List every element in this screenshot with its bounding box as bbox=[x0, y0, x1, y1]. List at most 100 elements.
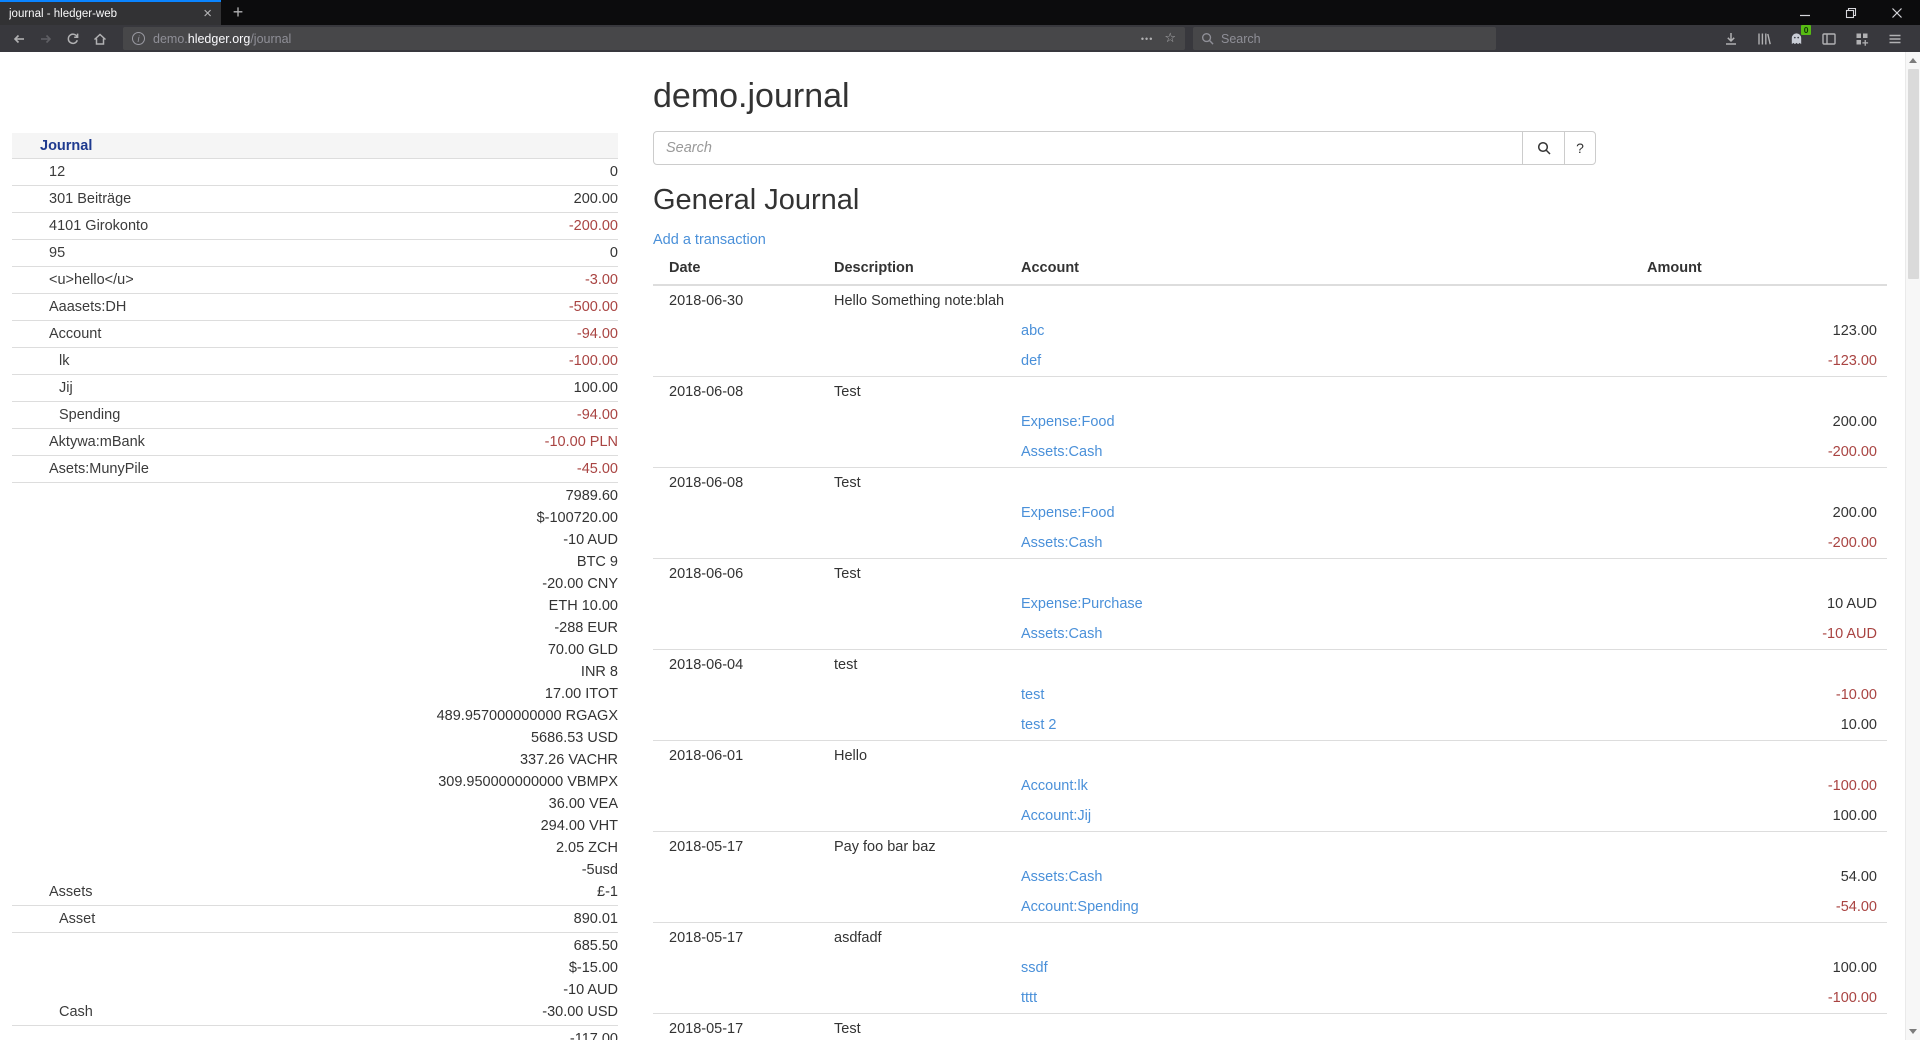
balance-amount: -30.00 USD bbox=[542, 1001, 618, 1023]
browser-tab[interactable]: journal - hledger-web × bbox=[0, 0, 221, 25]
posting-row: def-123.00 bbox=[653, 346, 1887, 377]
scrollbar-thumb[interactable] bbox=[1908, 69, 1919, 279]
site-info-icon[interactable]: i bbox=[132, 32, 145, 45]
ghostery-extension-icon[interactable]: 0 bbox=[1789, 31, 1804, 46]
sidebar-account-row: 950 bbox=[12, 240, 618, 267]
posting-account-link[interactable]: ssdf bbox=[1021, 960, 1048, 976]
downloads-icon[interactable] bbox=[1723, 31, 1739, 47]
balance-amount: 36.00 VEA bbox=[549, 793, 618, 815]
forward-button[interactable] bbox=[32, 27, 59, 51]
sidebar-account-link[interactable]: 95 bbox=[12, 242, 610, 264]
sidebar-account-link[interactable]: Aktywa:mBank bbox=[12, 431, 545, 453]
sidebar-account-link[interactable]: Jij bbox=[12, 377, 574, 399]
posting-row: Account:lk-100.00 bbox=[653, 771, 1887, 801]
window-minimize-button[interactable] bbox=[1782, 0, 1828, 25]
sidebar-account-row: <u>hello</u>-3.00 bbox=[12, 267, 618, 294]
transaction-row: 2018-06-06Test bbox=[653, 559, 1887, 590]
search-input[interactable] bbox=[653, 131, 1523, 165]
posting-amount: -200.00 bbox=[1647, 437, 1887, 468]
transaction-date: 2018-05-17 bbox=[653, 1014, 834, 1040]
search-button[interactable] bbox=[1522, 131, 1565, 165]
transaction-description: Pay foo bar baz bbox=[834, 832, 1021, 863]
sidebar-account-balance: 100.00 bbox=[574, 377, 618, 399]
sidebar-account-link[interactable]: Spending bbox=[12, 404, 577, 426]
posting-amount: -200.00 bbox=[1647, 528, 1887, 559]
search-help-button[interactable]: ? bbox=[1564, 131, 1596, 165]
balance-amount: 337.26 VACHR bbox=[520, 749, 618, 771]
page-scrollbar[interactable] bbox=[1905, 52, 1920, 1040]
sidebar-account-row: Aktywa:mBank-10.00 PLN bbox=[12, 429, 618, 456]
posting-account-link[interactable]: Assets:Cash bbox=[1021, 626, 1102, 642]
posting-row: Assets:Cash-10 AUD bbox=[653, 619, 1887, 650]
search-icon bbox=[1537, 141, 1551, 155]
posting-account-link[interactable]: Assets:Cash bbox=[1021, 535, 1102, 551]
tab-close-icon[interactable]: × bbox=[203, 6, 212, 21]
sidebar-account-link[interactable]: lk bbox=[12, 350, 569, 372]
apps-grid-icon[interactable] bbox=[1854, 31, 1870, 47]
sidebar-account-row: Assets7989.60$-100720.00-10 AUDBTC 9-20.… bbox=[12, 483, 618, 906]
sidebar-journal-link[interactable]: Journal bbox=[40, 138, 92, 154]
posting-amount: 200.00 bbox=[1647, 407, 1887, 437]
window-restore-button[interactable] bbox=[1828, 0, 1874, 25]
balance-amount: $-15.00 bbox=[569, 957, 618, 979]
balance-amount: -94.00 bbox=[577, 404, 618, 426]
transaction-row: 2018-05-17Pay foo bar baz bbox=[653, 832, 1887, 863]
posting-account-link[interactable]: Account:lk bbox=[1021, 778, 1088, 794]
posting-account-link[interactable]: Assets:Cash bbox=[1021, 444, 1102, 460]
posting-account-link[interactable]: test 2 bbox=[1021, 717, 1056, 733]
sidebar-account-balance: 0 bbox=[610, 242, 618, 264]
balance-amount: 890.01 bbox=[574, 908, 618, 930]
balance-amount: -10 AUD bbox=[563, 529, 618, 551]
posting-account-link[interactable]: Account:Spending bbox=[1021, 899, 1139, 915]
page-content: Journal 12 0 301 Beiträge 200.00 4101 Giroko… bbox=[0, 52, 1920, 1040]
library-icon[interactable] bbox=[1756, 31, 1772, 47]
browser-search-box[interactable]: Search bbox=[1193, 27, 1496, 50]
balance-amount: ETH 10.00 bbox=[549, 595, 618, 617]
add-transaction-link[interactable]: Add a transaction bbox=[653, 232, 766, 248]
sidebar-account-link[interactable]: Cash bbox=[12, 1001, 542, 1023]
sidebar-account-link[interactable]: 12 bbox=[12, 161, 610, 183]
sidebar-account-link[interactable]: 4101 Girokonto bbox=[12, 215, 569, 237]
posting-account-link[interactable]: abc bbox=[1021, 323, 1044, 339]
posting-account-link[interactable]: Expense:Food bbox=[1021, 414, 1115, 430]
posting-account-link[interactable]: Assets:Cash bbox=[1021, 869, 1102, 885]
back-button[interactable] bbox=[5, 27, 32, 51]
posting-account-link[interactable]: Expense:Food bbox=[1021, 505, 1115, 521]
reload-button[interactable] bbox=[59, 27, 86, 51]
sidebar-account-list: 120301 Beiträge200.004101 Girokonto-200.… bbox=[12, 159, 618, 1040]
window-close-button[interactable] bbox=[1874, 0, 1920, 25]
sidebar-account-balance: -200.00 bbox=[569, 215, 618, 237]
page-actions-icon[interactable]: ••• bbox=[1141, 34, 1153, 44]
new-tab-button[interactable]: + bbox=[221, 0, 255, 25]
url-bar[interactable]: i demo.hledger.org/journal ••• ☆ bbox=[123, 27, 1185, 50]
menu-hamburger-icon[interactable] bbox=[1887, 31, 1903, 47]
sidebar-account-link[interactable]: Asset bbox=[12, 908, 574, 930]
posting-row: Expense:Food 200.00 bbox=[653, 407, 1887, 437]
bookmark-star-icon[interactable]: ☆ bbox=[1164, 31, 1176, 46]
posting-account-link[interactable]: Account:Jij bbox=[1021, 808, 1091, 824]
sidebar-account-link[interactable]: Asets:MunyPile bbox=[12, 458, 577, 480]
scrollbar-down-icon[interactable] bbox=[1909, 1029, 1917, 1034]
sidebar-account-link[interactable]: Assets bbox=[12, 881, 437, 903]
sidebar-account-link[interactable]: Aaasets:DH bbox=[12, 296, 569, 318]
home-button[interactable] bbox=[86, 27, 113, 51]
balance-amount: 100.00 bbox=[574, 377, 618, 399]
sidebar-account-link[interactable]: <u>hello</u> bbox=[12, 269, 585, 291]
posting-row: Assets:Cash -200.00 bbox=[653, 528, 1887, 559]
url-actions: ••• ☆ bbox=[1141, 31, 1176, 46]
transaction-date: 2018-06-08 bbox=[653, 468, 834, 499]
posting-account-link[interactable]: tttt bbox=[1021, 990, 1037, 1006]
posting-amount: 10 AUD bbox=[1647, 589, 1887, 619]
balance-amount: $-100720.00 bbox=[537, 507, 618, 529]
scrollbar-up-icon[interactable] bbox=[1909, 58, 1917, 63]
sidebar-account-link[interactable]: 301 Beiträge bbox=[12, 188, 574, 210]
sidebar-account-link[interactable]: Account bbox=[12, 323, 577, 345]
sidebar-account-balance: -45.00 bbox=[577, 458, 618, 480]
sidebar-account-row: Jij100.00 bbox=[12, 375, 618, 402]
posting-account-link[interactable]: test bbox=[1021, 687, 1044, 703]
posting-row: ssdf100.00 bbox=[653, 953, 1887, 983]
posting-account-link[interactable]: def bbox=[1021, 353, 1041, 369]
transaction-row: 2018-06-08Test bbox=[653, 377, 1887, 408]
sidebar-toggle-icon[interactable] bbox=[1821, 31, 1837, 47]
posting-account-link[interactable]: Expense:Purchase bbox=[1021, 596, 1143, 612]
